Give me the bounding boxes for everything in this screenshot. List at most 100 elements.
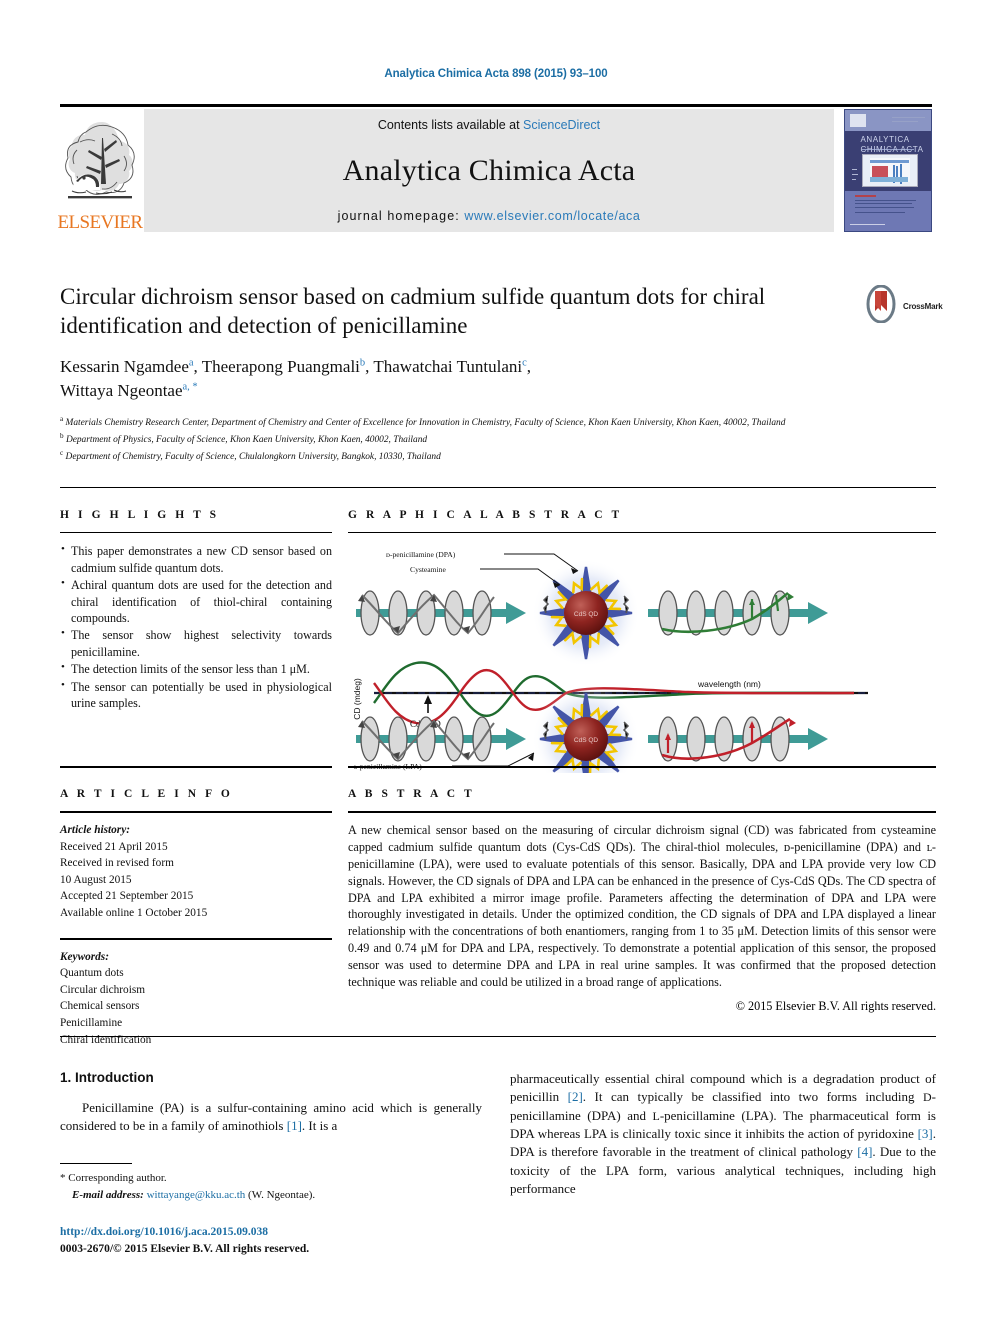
list-item: The sensor show highest selectivity towa… [60,626,332,660]
svg-text:CdS QD: CdS QD [574,737,599,744]
author-3-affil-mark: c [522,357,527,369]
keyword: Quantum dots [60,967,124,980]
page-footer: http://dx.doi.org/10.1016/j.aca.2015.09.… [60,1224,480,1259]
journal-cover-thumbnail[interactable]: ANALYTICA CHIMICA ACTA [844,109,932,232]
affiliations: a Materials Chemistry Research Center, D… [60,414,850,465]
graphical-abstract-rule [348,532,936,533]
author-2-affil-mark: b [359,357,366,369]
issn-copyright-line: 0003-2670/© 2015 Elsevier B.V. All right… [60,1243,310,1256]
article-info-heading: A R T I C L E I N F O [60,788,233,800]
author-3: Thawatchai Tuntulani [373,356,523,376]
abstract-copyright: © 2015 Elsevier B.V. All rights reserved… [735,998,936,1013]
elsevier-logo: ELSEVIER [57,109,144,233]
history-line: Available online 1 October 2015 [60,906,208,919]
asterisk-icon: * [60,1172,66,1184]
introduction-right-column: pharmaceutically essential chiral compou… [510,1070,936,1198]
masthead-top-rule [60,104,932,107]
corresponding-author-line: * Corresponding author. [60,1170,480,1187]
author-1: Kessarin Ngamdee [60,356,189,376]
email-owner: (W. Ngeontae). [248,1188,316,1201]
keywords-rule [60,937,332,940]
article-history-label: Article history: [60,824,130,836]
article-history: Article history: Received 21 April 2015 … [60,822,332,922]
intro-paragraph-right: pharmaceutically essential chiral compou… [510,1071,937,1196]
history-line: Received 21 April 2015 [60,840,168,853]
abstract-heading: A B S T R A C T [348,788,475,800]
keyword: Chemical sensors [60,1000,140,1013]
keywords-block: Keywords: Quantum dots Circular dichrois… [60,949,332,1049]
elsevier-wordmark: ELSEVIER [57,212,144,233]
footnote-rule [60,1163,132,1164]
running-head: Analytica Chimica Acta 898 (2015) 93–100 [384,68,608,80]
journal-homepage-link[interactable]: www.elsevier.com/locate/aca [464,209,640,223]
highlights-rule [60,532,332,533]
journal-masthead: ELSEVIER Contents lists available at Sci… [57,104,932,233]
list-item: The sensor can potentially be used in ph… [60,677,332,712]
sciencedirect-link[interactable]: ScienceDirect [523,118,600,132]
abstract-section: A B S T R A C T A new chemical sensor ba… [348,788,936,1014]
homepage-prefix: journal homepage: [337,209,465,223]
author-4: Wittaya Ngeontae [60,381,183,401]
affiliation-b: b Department of Physics, Faculty of Scie… [60,431,850,448]
introduction-left-column: 1. Introduction Penicillamine (PA) is a … [60,1070,482,1136]
affiliation-c: c Department of Chemistry, Faculty of Sc… [60,448,850,465]
affil-mark-a: a [60,415,64,424]
article-info-section: A R T I C L E I N F O Article history: R… [60,788,332,1048]
journal-header-box: Contents lists available at ScienceDirec… [144,109,834,232]
list-item: This paper demonstrates a new CD sensor … [60,542,332,576]
title-block: Circular dichroism sensor based on cadmi… [60,283,850,465]
cover-figure [862,153,918,187]
elsevier-tree-icon [62,116,138,212]
section-heading-introduction: 1. Introduction [60,1070,154,1085]
keyword: Circular dichroism [60,983,146,996]
list-item: Achiral quantum dots are used for the de… [60,576,332,627]
ga-axis-y: CD (mdeg) [352,678,362,720]
highlights-list: This paper demonstrates a new CD sensor … [60,542,332,712]
history-line: Accepted 21 September 2015 [60,890,194,903]
graphical-abstract-heading: G R A P H I C A L A B S T R A C T [348,509,623,521]
author-4-affil-mark: a, * [182,381,198,393]
crossmark-badge[interactable]: CrossMark [862,284,943,326]
affil-mark-c: c [60,449,64,458]
article-info-rule [60,811,332,813]
svg-text:CdS QD: CdS QD [574,611,599,618]
journal-title: Analytica Chimica Acta [342,153,636,187]
abstract-bottom-rule [60,1036,936,1037]
doi-link[interactable]: http://dx.doi.org/10.1016/j.aca.2015.09.… [60,1224,480,1241]
author-2: Theerapong Puangmali [201,356,360,376]
email-link[interactable]: wittayange@kku.ac.th [147,1189,246,1201]
intro-paragraph-left: Penicillamine (PA) is a sulfur-containin… [60,1100,482,1134]
graphical-abstract-bottom-rule [348,766,936,768]
contents-available-line: Contents lists available at ScienceDirec… [378,118,600,132]
paper-page: Analytica Chimica Acta 898 (2015) 93–100 [0,0,992,1323]
email-line: E-mail address: wittayange@kku.ac.th (W.… [60,1187,480,1204]
history-line: 10 August 2015 [60,873,132,886]
history-line: Received in revised form [60,857,174,870]
affil-text-a: Materials Chemistry Research Center, Dep… [65,418,786,429]
abstract-text: A new chemical sensor based on the measu… [348,823,936,990]
graphical-abstract-section: G R A P H I C A L A B S T R A C T CdS QD… [348,509,936,793]
graphical-abstract-figure: CdS QD ᴅ-penicillamine (DPA) Cysteamine … [348,541,936,793]
cover-elsevier-mark [850,113,867,127]
cover-title: ANALYTICA CHIMICA ACTA [860,135,922,153]
ga-axis-x: wavelength (nm) [697,679,761,689]
highlights-section: H I G H L I G H T S This paper demonstra… [60,509,332,712]
crossmark-label: CrossMark [903,301,943,311]
citation-ref[interactable]: [1] [287,1118,302,1133]
list-item: The detection limits of the sensor less … [60,660,332,678]
keyword: Penicillamine [60,1016,123,1029]
journal-homepage-line: journal homepage: www.elsevier.com/locat… [338,209,641,223]
keywords-label: Keywords: [60,950,109,963]
highlights-bottom-rule [60,766,332,768]
page-title: Circular dichroism sensor based on cadmi… [60,284,766,338]
author-1-affil-mark: a [188,357,194,369]
section-top-rule [60,487,936,488]
contents-prefix: Contents lists available at [377,118,524,132]
corresponding-author-text: Corresponding author. [68,1172,167,1184]
affiliation-a: a Materials Chemistry Research Center, D… [60,414,850,431]
highlights-heading: H I G H L I G H T S [60,509,220,521]
ga-label-dpa: ᴅ-penicillamine (DPA) [386,550,456,559]
affil-text-b: Department of Physics, Faculty of Scienc… [65,435,428,446]
ga-label-cysteamine: Cysteamine [410,565,446,574]
author-list: Kessarin Ngamdeea, Theerapong Puangmalib… [60,356,532,401]
